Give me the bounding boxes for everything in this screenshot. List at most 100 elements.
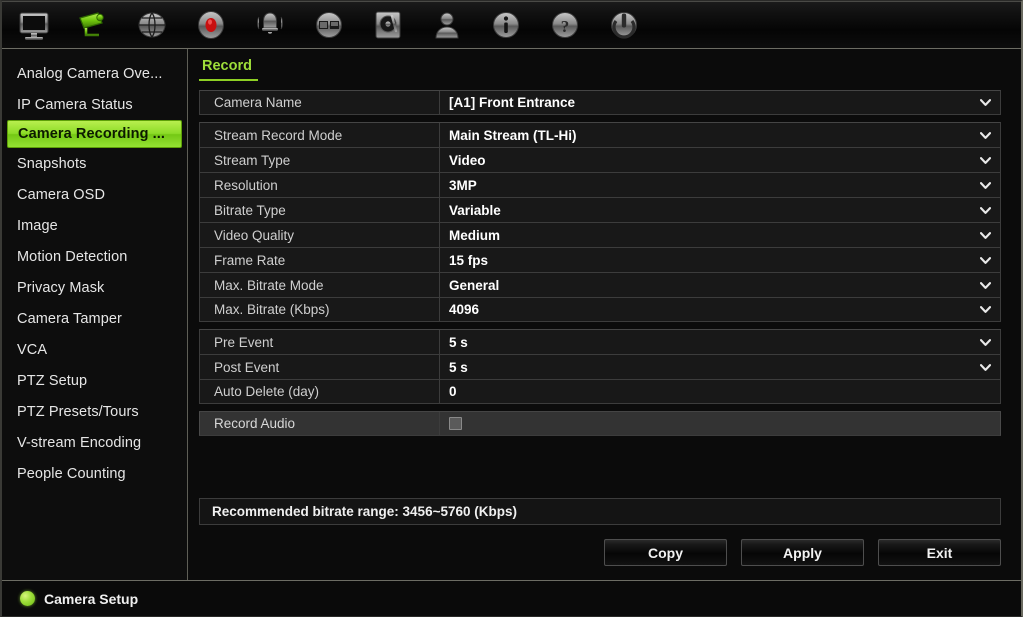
field-value-frame-rate[interactable]: 15 fps xyxy=(439,248,1000,272)
settings-sidebar: Analog Camera Ove... IP Camera Status Came… xyxy=(2,49,188,580)
sidebar-item-privacy-mask[interactable]: Privacy Mask xyxy=(2,272,187,303)
chevron-down-icon[interactable] xyxy=(980,97,991,108)
form-row-video-quality[interactable]: Video Quality Medium xyxy=(199,222,1001,247)
form-row-pre-event[interactable]: Pre Event 5 s xyxy=(199,329,1001,354)
field-value-post-event[interactable]: 5 s xyxy=(439,355,1000,379)
form-row-resolution[interactable]: Resolution 3MP xyxy=(199,172,1001,197)
help-icon[interactable]: ? xyxy=(545,5,585,45)
field-value-video-quality[interactable]: Medium xyxy=(439,223,1000,247)
field-label-stream-record-mode: Stream Record Mode xyxy=(214,127,343,143)
sidebar-item-ip-camera-status[interactable]: IP Camera Status xyxy=(2,89,187,120)
form-group: Camera Name [A1] Front Entrance xyxy=(199,90,1001,115)
field-label-post-event: Post Event xyxy=(214,359,280,375)
sidebar-item-ptz-setup[interactable]: PTZ Setup xyxy=(2,365,187,396)
chevron-down-icon[interactable] xyxy=(980,362,991,373)
video-camera-icon[interactable] xyxy=(73,5,113,45)
tab-record[interactable]: Record xyxy=(199,58,258,81)
exit-button[interactable]: Exit xyxy=(878,539,1001,566)
alarm-bell-icon[interactable] xyxy=(250,5,290,45)
sidebar-item-label: People Counting xyxy=(17,465,126,482)
form-group: Stream Record Mode Main Stream (TL-Hi) Str… xyxy=(199,122,1001,322)
record-icon[interactable] xyxy=(191,5,231,45)
hard-disk-icon[interactable] xyxy=(368,5,408,45)
field-value-auto-delete-day[interactable]: 0 xyxy=(439,380,1000,403)
field-value-camera-name[interactable]: [A1] Front Entrance xyxy=(439,91,1000,114)
chevron-down-icon[interactable] xyxy=(980,280,991,291)
field-label-max-bitrate-kbps: Max. Bitrate (Kbps) xyxy=(214,302,330,317)
apply-button[interactable]: Apply xyxy=(741,539,864,566)
status-indicator-icon xyxy=(20,591,35,606)
user-icon[interactable] xyxy=(427,5,467,45)
tab-bar: Record xyxy=(199,58,1001,84)
sidebar-item-ptz-presets-tours[interactable]: PTZ Presets/Tours xyxy=(2,396,187,427)
chevron-down-icon[interactable] xyxy=(980,304,991,315)
field-value-resolution[interactable]: 3MP xyxy=(439,173,1000,197)
field-label-video-quality: Video Quality xyxy=(214,227,295,243)
field-label-record-audio: Record Audio xyxy=(214,416,296,431)
checkbox-record-audio[interactable] xyxy=(449,417,462,430)
action-button-row: Copy Apply Exit xyxy=(199,539,1001,567)
form-row-auto-delete-day[interactable]: Auto Delete (day) 0 xyxy=(199,379,1001,404)
field-label-frame-rate: Frame Rate xyxy=(214,252,286,268)
power-icon[interactable] xyxy=(604,5,644,45)
field-value-max-bitrate-mode[interactable]: General xyxy=(439,273,1000,297)
field-label-camera-name: Camera Name xyxy=(214,95,302,110)
chevron-down-icon[interactable] xyxy=(980,155,991,166)
sidebar-item-label: Privacy Mask xyxy=(17,279,105,296)
sidebar-item-label: IP Camera Status xyxy=(17,96,133,113)
field-value-bitrate-type[interactable]: Variable xyxy=(439,198,1000,222)
form-row-bitrate-type[interactable]: Bitrate Type Variable xyxy=(199,197,1001,222)
chevron-down-icon[interactable] xyxy=(980,130,991,141)
field-value-stream-type[interactable]: Video xyxy=(439,148,1000,172)
form-row-max-bitrate-mode[interactable]: Max. Bitrate Mode General xyxy=(199,272,1001,297)
form-row-record-audio: Record Audio xyxy=(199,411,1001,436)
sidebar-item-label: Analog Camera Ove... xyxy=(17,65,163,82)
field-value-pre-event[interactable]: 5 s xyxy=(439,330,1000,354)
main-toolbar: ? xyxy=(2,1,1021,49)
sidebar-item-label: Snapshots xyxy=(17,155,87,172)
sidebar-item-label: Camera OSD xyxy=(17,186,106,203)
form-row-post-event[interactable]: Post Event 5 s xyxy=(199,354,1001,379)
monitor-icon[interactable] xyxy=(14,5,54,45)
sidebar-item-v-stream-encoding[interactable]: V-stream Encoding xyxy=(2,427,187,458)
recommended-bitrate-note: Recommended bitrate range: 3456~5760 (Kb… xyxy=(199,498,1001,525)
recommended-bitrate-text: Recommended bitrate range: 3456~5760 (Kb… xyxy=(212,504,517,519)
sidebar-item-analog-camera-ove[interactable]: Analog Camera Ove... xyxy=(2,58,187,89)
sidebar-item-label: PTZ Presets/Tours xyxy=(17,403,139,420)
chevron-down-icon[interactable] xyxy=(980,230,991,241)
form-row-stream-record-mode[interactable]: Stream Record Mode Main Stream (TL-Hi) xyxy=(199,122,1001,147)
chevron-down-icon[interactable] xyxy=(980,337,991,348)
status-bar: Camera Setup xyxy=(2,580,1021,616)
video-wall-icon[interactable] xyxy=(309,5,349,45)
field-value-stream-record-mode[interactable]: Main Stream (TL-Hi) xyxy=(439,123,1000,147)
info-icon[interactable] xyxy=(486,5,526,45)
sidebar-item-motion-detection[interactable]: Motion Detection xyxy=(2,241,187,272)
sidebar-item-label: Camera Tamper xyxy=(17,310,122,327)
sidebar-item-camera-tamper[interactable]: Camera Tamper xyxy=(2,303,187,334)
form-row-max-bitrate-kbps[interactable]: Max. Bitrate (Kbps) 4096 xyxy=(199,297,1001,322)
field-label-stream-type: Stream Type xyxy=(214,152,291,168)
sidebar-item-vca[interactable]: VCA xyxy=(2,334,187,365)
sidebar-item-image[interactable]: Image xyxy=(2,210,187,241)
svg-text:?: ? xyxy=(561,17,570,36)
form-row-stream-type[interactable]: Stream Type Video xyxy=(199,147,1001,172)
window-body: Analog Camera Ove... IP Camera Status Came… xyxy=(2,49,1021,580)
sidebar-item-label: PTZ Setup xyxy=(17,372,88,389)
sidebar-item-people-counting[interactable]: People Counting xyxy=(2,458,187,489)
nvr-settings-window: ? Analog Camera Ove... IP Camera Status Ca… xyxy=(0,0,1023,617)
chevron-down-icon[interactable] xyxy=(980,180,991,191)
sidebar-item-camera-osd[interactable]: Camera OSD xyxy=(2,179,187,210)
sidebar-item-snapshots[interactable]: Snapshots xyxy=(2,148,187,179)
sidebar-item-camera-recording[interactable]: Camera Recording ... xyxy=(7,120,182,148)
chevron-down-icon[interactable] xyxy=(980,205,991,216)
sidebar-item-label: V-stream Encoding xyxy=(17,434,142,451)
form-row-frame-rate[interactable]: Frame Rate 15 fps xyxy=(199,247,1001,272)
status-bar-label: Camera Setup xyxy=(44,590,139,607)
field-label-bitrate-type: Bitrate Type xyxy=(214,202,286,218)
form-row-camera-name[interactable]: Camera Name [A1] Front Entrance xyxy=(199,90,1001,115)
copy-button[interactable]: Copy xyxy=(604,539,727,566)
chevron-down-icon[interactable] xyxy=(980,255,991,266)
network-icon[interactable] xyxy=(132,5,172,45)
field-value-max-bitrate-kbps[interactable]: 4096 xyxy=(439,298,1000,321)
